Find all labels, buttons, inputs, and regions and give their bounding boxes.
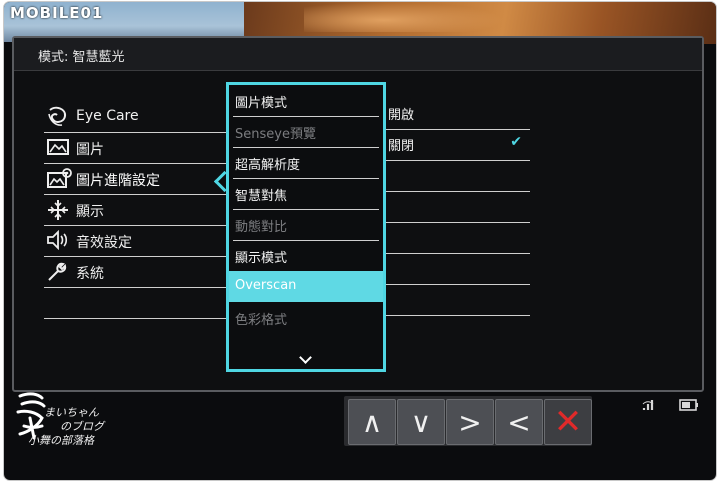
option-empty [386, 253, 530, 285]
watermark-credit: まいちゃん のブログ 小舞の部落格 [28, 406, 104, 448]
brand-logo: MOBILE01 [10, 4, 104, 22]
submenu-item-overscan[interactable]: Overscan [229, 271, 383, 302]
menu-label: 顯示 [76, 204, 104, 220]
option-off[interactable]: 關閉 ✔ [386, 129, 530, 161]
menu-item-eye-care[interactable]: Eye Care [44, 102, 232, 133]
submenu-label: 動態對比 [235, 220, 288, 235]
osd-mode-title: 模式: 智慧藍光 [38, 50, 125, 65]
right-arrow-button[interactable]: > [446, 399, 494, 445]
option-empty [386, 222, 530, 254]
status-icons [640, 394, 712, 418]
submenu-label: 超高解析度 [235, 158, 301, 173]
submenu-label: 色彩格式 [235, 313, 288, 328]
submenu-item-smart-focus[interactable]: 智慧對焦 [233, 178, 379, 210]
submenu-item-dynamic-contrast: 動態對比 [233, 209, 379, 241]
option-on[interactable]: 開啟 [386, 98, 530, 130]
watermark-line: のブログ [60, 420, 104, 433]
osd-menu-window: 模式: 智慧藍光 Eye Care 圖片 圖片進階設定 顯示 音效設定 系統 圖… [12, 36, 704, 392]
down-arrow-button[interactable]: ∨ [397, 399, 445, 445]
submenu-label: 顯示模式 [235, 251, 288, 266]
display-icon [46, 199, 70, 220]
menu-item-display[interactable]: 顯示 [44, 195, 232, 226]
submenu-item-super-resolution[interactable]: 超高解析度 [233, 147, 379, 179]
audio-icon [46, 229, 70, 251]
menu-item-picture[interactable]: 圖片 [44, 133, 232, 164]
signal-battery-icon [642, 399, 698, 411]
submenu-label: Senseye預覽 [235, 127, 316, 142]
picture-icon [46, 137, 70, 157]
option-empty [386, 160, 530, 192]
menu-label: 音效設定 [76, 235, 132, 251]
submenu-item-picture-mode[interactable]: 圖片模式 [233, 85, 379, 117]
monitor-photo: MOBILE01 模式: 智慧藍光 Eye Care 圖片 圖片進階設定 顯示 … [4, 2, 716, 480]
option-empty [386, 284, 530, 316]
option-label: 關閉 [388, 139, 415, 154]
submenu-label: Overscan [235, 278, 297, 293]
menu-label: 圖片進階設定 [76, 173, 160, 189]
osd-key-bar: ∧ ∨ > < ✕ [344, 396, 592, 446]
submenu-label: 智慧對焦 [235, 189, 288, 204]
chevron-down-icon[interactable] [299, 351, 312, 364]
watermark-line: まいちゃん [44, 406, 99, 419]
submenu-item-senseye-preview: Senseye預覽 [233, 116, 379, 148]
left-arrow-button[interactable]: < [495, 399, 543, 445]
option-label: 開啟 [388, 108, 415, 123]
submenu-item-display-mode[interactable]: 顯示模式 [233, 240, 379, 272]
system-wrench-icon [46, 261, 70, 281]
submenu-item-color-format: 色彩格式 [233, 302, 379, 333]
menu-label: 圖片 [76, 142, 104, 158]
menu-item-audio[interactable]: 音效設定 [44, 226, 232, 257]
osd-header: 模式: 智慧藍光 [14, 38, 702, 71]
option-empty [386, 191, 530, 223]
eye-care-icon [46, 106, 70, 126]
submenu-label: 圖片模式 [235, 96, 288, 111]
watermark-line: 小舞の部落格 [28, 434, 94, 447]
menu-item-picture-advanced[interactable]: 圖片進階設定 [44, 164, 232, 195]
menu-item-system[interactable]: 系統 [44, 257, 232, 288]
wallpaper-highlight [304, 2, 504, 32]
picture-advanced-icon [46, 168, 72, 188]
checkmark-icon: ✔ [510, 134, 522, 150]
up-arrow-button[interactable]: ∧ [348, 399, 396, 445]
menu-label: 系統 [76, 266, 104, 282]
menu-label: Eye Care [76, 108, 139, 124]
menu-item-empty [44, 288, 232, 319]
close-button[interactable]: ✕ [544, 399, 592, 445]
submenu-panel: 圖片模式 Senseye預覽 超高解析度 智慧對焦 動態對比 顯示模式 Over… [226, 82, 386, 372]
